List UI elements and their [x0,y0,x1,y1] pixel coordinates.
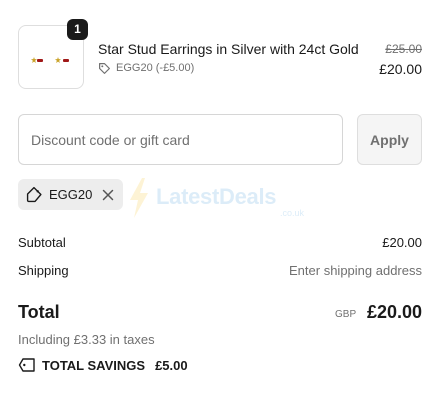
discount-code-input[interactable] [18,114,343,165]
watermark: LatestDeals .co.uk [128,178,318,218]
applied-code-label: EGG20 [49,187,93,202]
apply-button[interactable]: Apply [357,114,422,165]
applied-discount-chip: EGG20 [18,179,123,210]
earring-back-image [63,59,69,62]
shipping-value: Enter shipping address [289,263,422,278]
earring-back-image [37,59,43,62]
total-savings: TOTAL SAVINGS £5.00 [18,356,188,374]
checkout-summary: 1 Star Stud Earrings in Silver with 24ct… [0,0,432,399]
tag-icon [26,186,43,203]
original-price: £25.00 [385,42,422,56]
product-name: Star Stud Earrings in Silver with 24ct G… [98,41,359,57]
star-stud-image [55,57,61,63]
total-label: Total [18,302,60,322]
tag-icon [18,357,36,373]
taxes-note: Including £3.33 in taxes [18,332,155,347]
tag-icon [98,62,111,75]
line-discount-label: EGG20 (-£5.00) [116,62,195,74]
currency-code: GBP [335,309,357,320]
total-savings-value: £5.00 [155,357,188,373]
bolt-icon [128,178,150,223]
star-stud-image [31,57,37,63]
subtotal-label: Subtotal [18,235,66,250]
total-savings-label: TOTAL SAVINGS [42,357,146,373]
line-price: £20.00 [379,61,422,77]
watermark-text: LatestDeals [156,184,277,209]
quantity-badge: 1 [67,19,88,40]
line-discount: EGG20 (-£5.00) [98,61,194,75]
subtotal-value: £20.00 [382,235,422,250]
watermark-subtext: .co.uk [280,208,305,218]
shipping-label: Shipping [18,263,69,278]
close-icon[interactable] [101,188,115,202]
total-value: £20.00 [366,302,422,322]
